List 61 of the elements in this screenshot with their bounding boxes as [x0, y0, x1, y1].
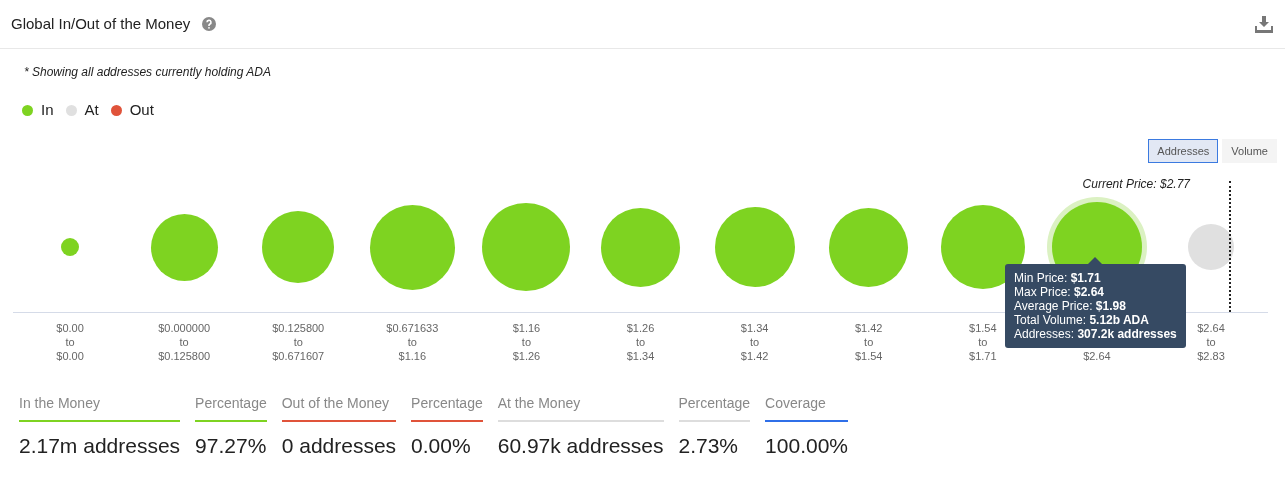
range-label: $0.000000: [158, 321, 211, 335]
range-label: $0.00: [56, 321, 84, 335]
help-icon[interactable]: [202, 17, 217, 31]
range-label: $1.26: [626, 321, 655, 335]
range-label: $1.34: [740, 321, 769, 335]
current-price-label: Current Price: $2.77: [1082, 176, 1190, 193]
stat-value: 100.00%: [765, 433, 848, 459]
stat-label: Coverage: [765, 393, 848, 422]
range-label: to: [978, 335, 988, 349]
stat-label: Percentage: [411, 393, 483, 422]
stat-value: 2.17m addresses: [19, 433, 181, 459]
range-label: to: [750, 335, 760, 349]
stat-value: 60.97k addresses: [497, 433, 664, 459]
range-label: $0.125800: [158, 349, 211, 363]
range-label: to: [407, 335, 417, 349]
range-label: to: [65, 335, 75, 349]
stat-label: Out of the Money: [281, 393, 397, 422]
stat-label: In the Money: [19, 393, 181, 422]
range-label: $0.00: [56, 349, 84, 363]
stat-value: 0.00%: [411, 433, 472, 459]
bubble[interactable]: [1188, 224, 1234, 270]
range-label: $1.42: [854, 321, 883, 335]
range-label: to: [635, 335, 646, 349]
range-label: $2.83: [1197, 349, 1225, 363]
range-label: $1.16: [398, 349, 427, 363]
range-label: to: [521, 335, 531, 349]
range-label: to: [864, 335, 874, 349]
range-label: $0.125800: [272, 321, 325, 335]
range-label: $1.34: [626, 349, 655, 363]
range-label: $1.54: [969, 321, 997, 335]
range-label: $2.64: [1197, 321, 1225, 335]
range-label: $1.42: [740, 349, 769, 363]
download-icon[interactable]: [1255, 15, 1273, 33]
legend-label: In: [41, 100, 54, 120]
tooltip-line: Max Price: $2.64: [1014, 285, 1106, 299]
legend-label: Out: [129, 100, 154, 120]
range-label: $2.64: [1083, 349, 1111, 363]
range-label: $0.671633: [386, 321, 439, 335]
stat-value: 0 addresses: [281, 433, 397, 459]
stat-label: At the Money: [497, 393, 664, 422]
range-label: $1.54: [854, 349, 883, 363]
range-label: to: [293, 335, 303, 349]
stat-value: 2.73%: [678, 433, 740, 459]
tooltip-line: Average Price: $1.98: [1014, 299, 1127, 313]
legend-label: At: [84, 100, 99, 120]
range-label: to: [1206, 335, 1216, 349]
stat-label: Percentage: [678, 393, 751, 422]
panel-title: Global In/Out of the Money: [11, 13, 191, 34]
range-label: $0.671607: [272, 349, 325, 363]
note-text: * Showing all addresses currently holding ADA: [24, 64, 273, 81]
tooltip-line: Min Price: $1.71: [1014, 271, 1102, 285]
toggle-button[interactable]: Volume: [1222, 138, 1277, 163]
range-label: $1.16: [512, 321, 541, 335]
tooltip-line: Addresses: 307.2k addresses: [1014, 327, 1177, 341]
stat-value: 97.27%: [195, 433, 267, 459]
stat-label: Percentage: [195, 393, 267, 422]
range-label: to: [179, 335, 189, 349]
tooltip-line: Total Volume: 5.12b ADA: [1014, 313, 1150, 327]
range-label: $1.26: [512, 349, 541, 363]
toggle-button[interactable]: Addresses: [1148, 138, 1219, 163]
range-label: $1.71: [969, 349, 997, 363]
